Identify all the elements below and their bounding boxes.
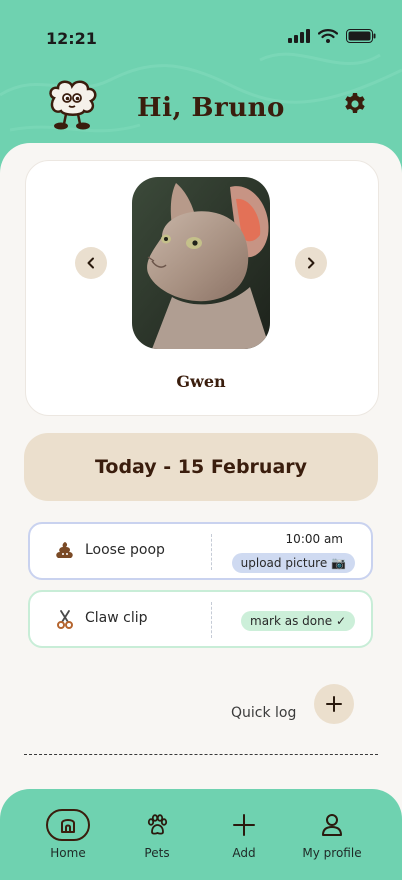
task-divider — [211, 534, 212, 570]
mark-as-done-button[interactable]: mark as done ✓ — [241, 611, 355, 631]
upload-picture-button[interactable]: upload picture 📷 — [231, 553, 355, 573]
home-icon — [61, 819, 75, 833]
user-icon — [322, 814, 342, 836]
scissors-icon — [57, 610, 73, 629]
nav-label-pets: Pets — [144, 846, 170, 860]
quick-log-label: Quick log — [231, 705, 297, 721]
wifi-icon — [318, 29, 338, 43]
task-label: Loose poop — [85, 542, 165, 558]
pet-name: Gwen — [176, 372, 226, 391]
nav-label-my-profile: My profile — [302, 846, 362, 860]
task-card-loose-poop[interactable]: Loose poop 10:00 am upload picture 📷 — [28, 522, 373, 580]
chevron-left-icon — [87, 257, 94, 269]
status-bar: 12:21 — [0, 0, 402, 70]
nav-item-pets[interactable]: Pets — [117, 789, 197, 880]
section-divider — [24, 754, 378, 755]
battery-icon — [346, 29, 376, 43]
next-pet-button[interactable] — [295, 247, 327, 279]
pet-photo[interactable] — [132, 177, 270, 349]
task-divider — [211, 602, 212, 638]
nav-item-add[interactable]: Add — [204, 789, 284, 880]
mascot-avatar-icon[interactable] — [44, 78, 100, 134]
date-banner-text: Today - 15 February — [94, 456, 308, 478]
task-time: 10:00 am — [285, 532, 343, 546]
status-time: 12:21 — [46, 29, 97, 48]
nav-label-add: Add — [232, 846, 256, 860]
task-label: Claw clip — [85, 610, 148, 626]
nav-item-home[interactable]: Home — [28, 789, 108, 880]
header: Hi, Bruno — [0, 76, 402, 140]
bottom-nav: Home Pets Add My profile — [0, 789, 402, 880]
paw-icon — [147, 814, 168, 835]
task-card-claw-clip[interactable]: Claw clip mark as done ✓ — [28, 590, 373, 648]
poop-icon — [56, 542, 73, 558]
signal-icon — [288, 29, 310, 43]
greeting-title: Hi, Bruno — [137, 93, 285, 123]
previous-pet-button[interactable] — [75, 247, 107, 279]
gear-icon[interactable] — [343, 92, 367, 116]
quick-log-button[interactable] — [314, 684, 354, 724]
home-icon-active-pill — [46, 809, 90, 841]
nav-item-my-profile[interactable]: My profile — [292, 789, 372, 880]
nav-label-home: Home — [50, 846, 86, 860]
chevron-right-icon — [308, 257, 315, 269]
date-banner: Today - 15 February — [24, 433, 378, 501]
plus-icon — [233, 814, 255, 836]
plus-icon — [326, 696, 342, 712]
